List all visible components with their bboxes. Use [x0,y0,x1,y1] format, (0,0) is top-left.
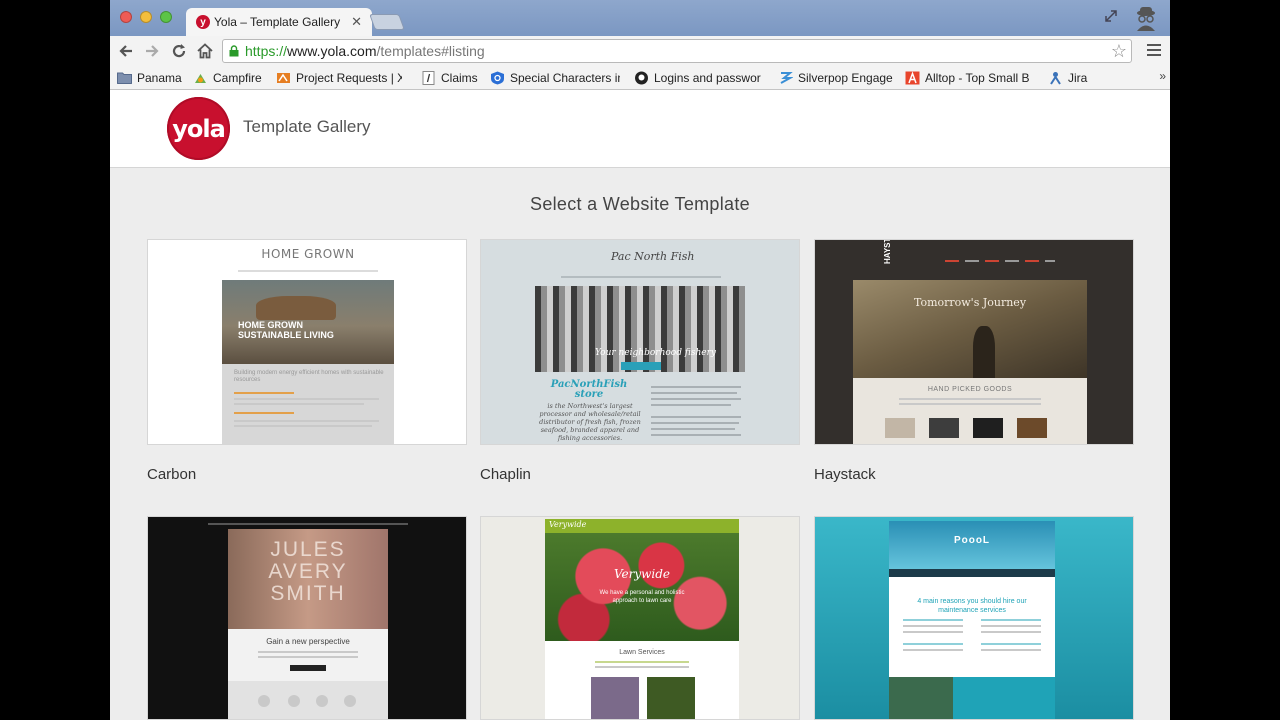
silverpop-icon [780,72,793,84]
verywide-hero-image: Verywide We have a personal and holistic… [545,533,739,641]
url-host: www.yola.com [287,43,377,59]
template-card-poool[interactable]: PoooL 4 main reasons you should hire our… [814,516,1134,720]
carbon-body: Building modern energy efficient homes w… [222,364,394,444]
browser-window: y Yola – Template Gallery ✕ https:// www… [110,0,1170,720]
lock-icon [229,45,239,57]
minimize-window-button[interactable] [140,11,152,23]
carbon-site-title: HOME GROWN [261,247,355,261]
template-card-chaplin[interactable]: Pac North Fish Your neighborhood fishery… [480,239,800,445]
haystack-hero-image: Tomorrow's Journey [853,280,1087,378]
tab-title: Yola – Template Gallery [214,15,341,29]
site-header: yola Template Gallery [110,90,1170,168]
chaplin-nav [561,276,721,278]
back-arrow-icon[interactable] [115,40,137,62]
address-bar[interactable]: https://www.yola.com/templates#listing ☆ [222,39,1132,63]
verywide-body: Lawn Services [545,641,739,719]
jira-icon [1050,72,1061,85]
bookmark-item[interactable]: Jira [1048,69,1098,87]
alltop-icon [905,71,920,85]
gallery-heading: Select a Website Template [530,194,750,214]
bookmark-item[interactable]: Project Requests | X [276,69,402,87]
haystack-nav [945,260,1055,262]
carbon-hero-image: HOME GROWN SUSTAINABLE LIVING [222,280,394,364]
jules-body: Gain a new perspective [228,629,388,719]
yola-favicon-icon: y [196,15,210,29]
template-name-chaplin[interactable]: Chaplin [480,466,531,483]
reload-icon[interactable] [168,40,190,62]
bookmarks-bar: Panama Campfire Project Requests | X Cla… [110,66,1170,90]
bookmark-star-icon[interactable]: ☆ [1111,41,1127,62]
bookmark-item[interactable]: Logins and passwor [634,69,764,87]
jules-nav [208,523,408,525]
special-characters-icon [491,71,504,85]
chaplin-logo: Pac North Fish [611,250,695,263]
folder-icon [117,72,132,84]
url-scheme: https:// [245,43,288,59]
template-name-carbon[interactable]: Carbon [147,466,196,483]
bookmark-item[interactable]: Special Characters in [490,69,620,87]
home-icon[interactable] [194,40,216,62]
tab-yola[interactable]: y Yola – Template Gallery ✕ [186,8,372,36]
browser-toolbar: https://www.yola.com/templates#listing ☆ [110,36,1170,66]
project-requests-icon [277,73,290,83]
bookmark-item[interactable]: Campfire [193,69,265,87]
close-window-button[interactable] [120,11,132,23]
template-card-haystack[interactable]: HAYSTACK Tomorrow's Journey HAND PICKED … [814,239,1134,445]
page-content: yola Template Gallery Select a Website T… [110,90,1170,720]
bookmark-item[interactable]: Silverpop Engage [778,69,894,87]
haystack-body: HAND PICKED GOODS [853,378,1087,444]
template-name-haystack[interactable]: Haystack [814,466,876,483]
menu-icon[interactable] [1146,41,1162,59]
claims-icon [422,71,435,85]
tab-strip: y Yola – Template Gallery ✕ [110,0,1170,36]
chaplin-store-title: PacNorthFish store [550,379,628,400]
campfire-icon [195,74,206,83]
poool-hero-image: PoooL [889,521,1055,577]
url-path: /templates#listing [376,43,485,59]
chaplin-hero-image: Your neighborhood fishery [535,286,745,372]
yola-logo[interactable]: yola [167,97,230,160]
bookmark-item[interactable]: Alltop - Top Small B [905,69,1031,87]
template-card-carbon[interactable]: HOME GROWN HOME GROWN SUSTAINABLE LIVING… [147,239,467,445]
template-card-jules[interactable]: JULES AVERY SMITH Gain a new perspective [147,516,467,720]
more-bookmarks-icon[interactable]: » [1159,69,1166,83]
bookmark-item[interactable]: Claims [421,69,479,87]
fullscreen-icon[interactable] [1104,9,1118,23]
template-card-verywide[interactable]: Verywide Verywide We have a personal and… [480,516,800,720]
page-title: Template Gallery [243,117,371,136]
new-tab-button[interactable] [369,14,405,30]
incognito-icon [1132,4,1160,32]
carbon-nav [238,270,378,272]
verywide-header: Verywide [545,519,739,533]
bookmark-item[interactable]: Panama [117,69,185,87]
chaplin-lead: is the Northwest's largest processor and… [539,402,641,442]
github-icon [635,71,648,85]
jules-hero-image: JULES AVERY SMITH [228,529,388,629]
close-tab-icon[interactable]: ✕ [351,14,362,30]
zoom-window-button[interactable] [160,11,172,23]
poool-body: 4 main reasons you should hire our maint… [889,577,1055,719]
haystack-logo: HAYSTACK [883,239,892,264]
forward-arrow-icon[interactable] [141,40,163,62]
